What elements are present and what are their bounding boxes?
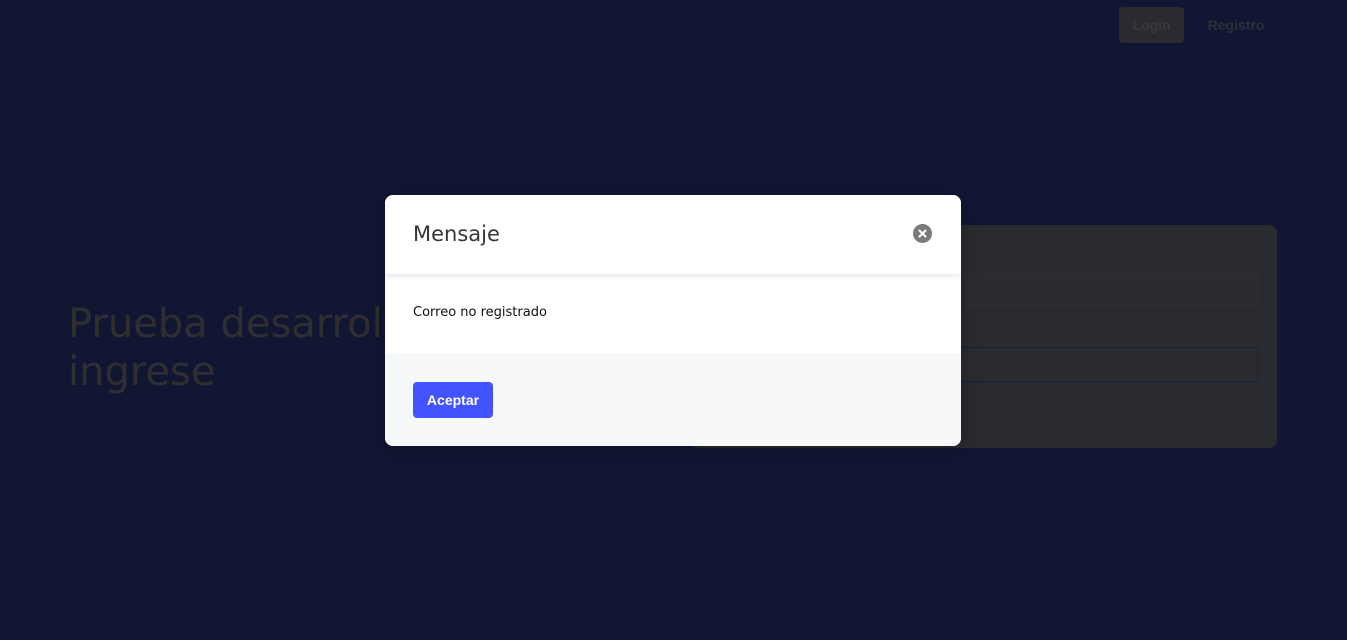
hero-title-line-1: Prueba desarrolla (68, 301, 419, 347)
page: Login Registro Prueba desarrolla ingrese… (0, 0, 1347, 640)
password-field[interactable] (940, 347, 1258, 382)
nav-register-link[interactable]: Registro (1196, 7, 1276, 43)
close-icon (918, 229, 927, 238)
nav-login-button[interactable]: Login (1119, 7, 1184, 43)
dialog-message: Correo no registrado (413, 305, 547, 320)
dialog-footer: Aceptar (385, 353, 961, 446)
email-field[interactable] (940, 273, 1258, 307)
message-dialog: Mensaje Correo no registrado Aceptar (385, 195, 961, 446)
dialog-body: Correo no registrado (385, 274, 961, 353)
close-button[interactable] (913, 224, 932, 243)
dialog-header: Mensaje (385, 195, 961, 274)
hero-title-line-2: ingrese (68, 349, 216, 395)
accept-button[interactable]: Aceptar (413, 382, 493, 418)
dialog-title: Mensaje (413, 222, 500, 246)
